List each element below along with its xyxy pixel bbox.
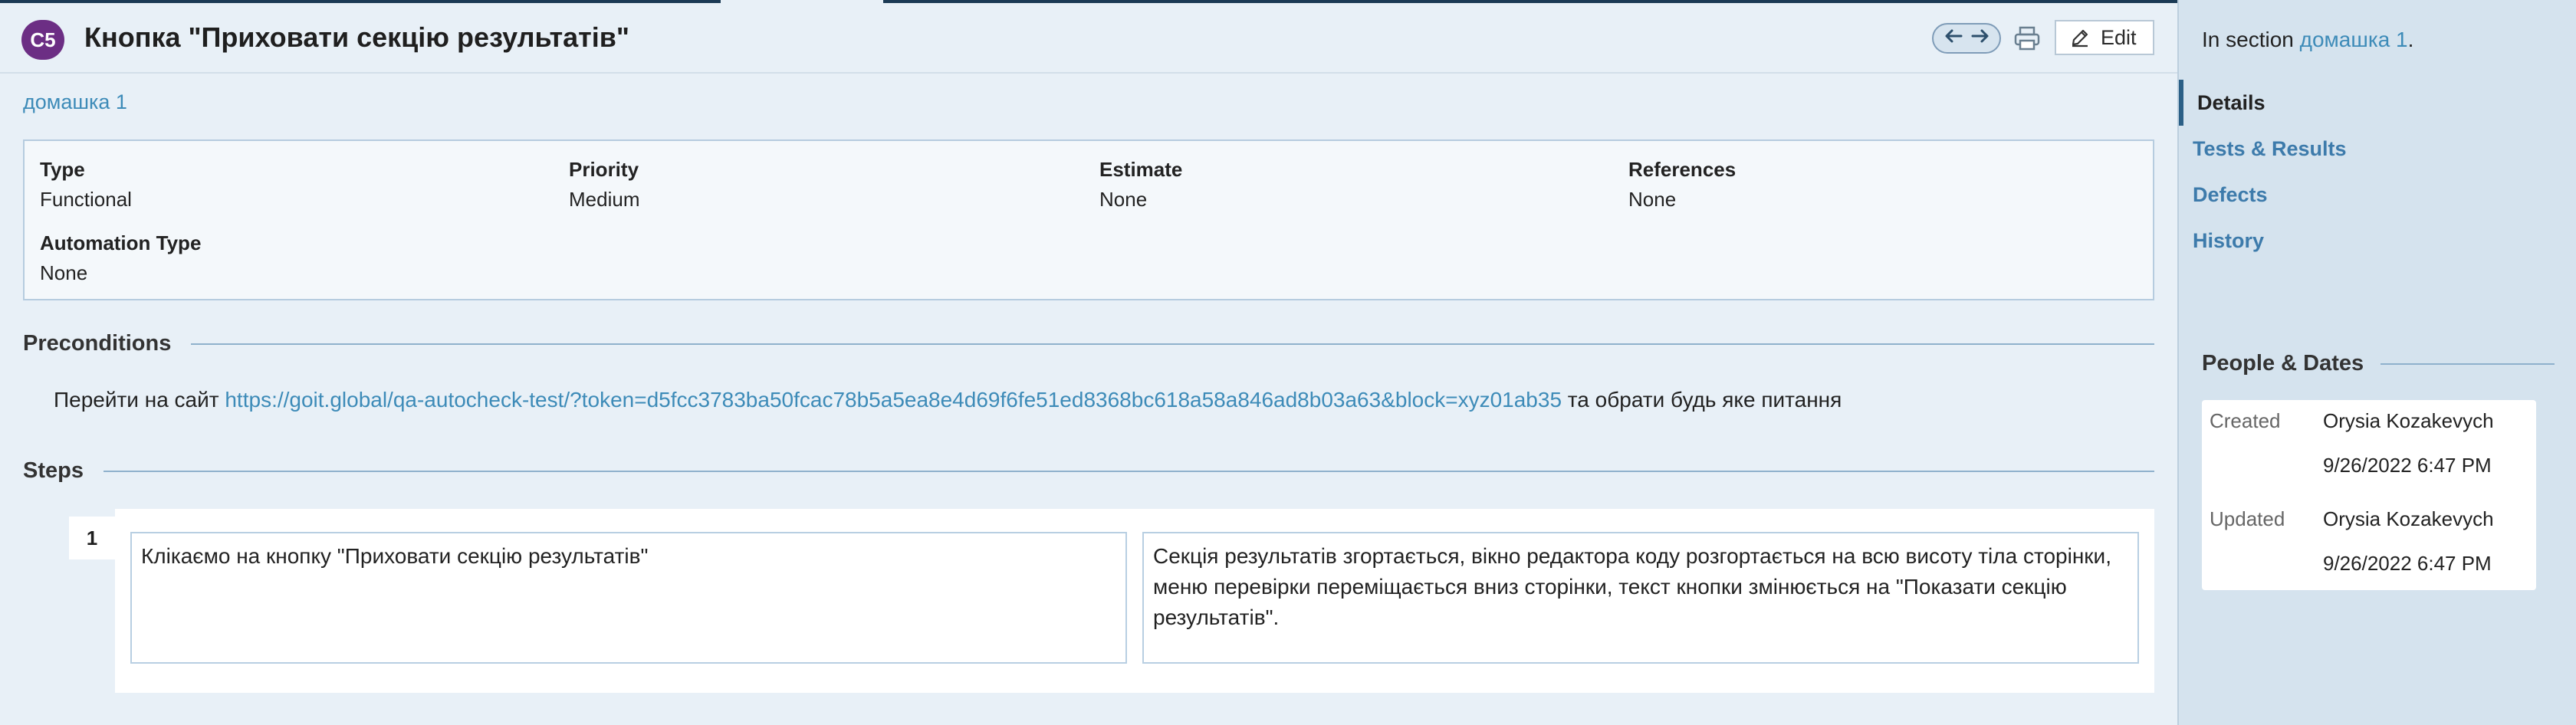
pencil-icon [2072, 29, 2088, 48]
sidebar-item-defects[interactable]: Defects [2179, 172, 2576, 218]
preconditions-heading: Preconditions [23, 331, 2154, 356]
preconditions-link[interactable]: https://goit.global/qa-autocheck-test/?t… [225, 388, 1562, 412]
edit-button-label: Edit [2101, 25, 2137, 49]
field-type: Type Functional [40, 158, 132, 212]
field-estimate-label: Estimate [1099, 158, 1183, 181]
case-details-box: Type Functional Priority Medium Estimate… [23, 139, 2154, 300]
printer-icon[interactable] [2012, 23, 2042, 54]
field-references: References None [1628, 158, 1736, 212]
divider [191, 343, 2154, 345]
step-row: Клікаємо на кнопку "Приховати секцію рез… [115, 509, 2154, 693]
case-id-badge: C5 [21, 20, 64, 60]
case-navigation [1932, 23, 2001, 54]
field-priority-value: Medium [569, 188, 640, 211]
steps-title: Steps [23, 458, 84, 483]
field-type-value: Functional [40, 188, 132, 211]
step-expected-result[interactable]: Секція результатів згортається, вікно ре… [1142, 532, 2139, 664]
preconditions-text: Перейти на сайт https://goit.global/qa-a… [54, 388, 1842, 412]
created-at: 9/26/2022 6:47 PM [2323, 454, 2492, 477]
preconditions-title: Preconditions [23, 331, 172, 356]
field-automation-label: Automation Type [40, 231, 202, 254]
preconditions-text-after: та обрати будь яке питання [1562, 388, 1842, 412]
step-action[interactable]: Клікаємо на кнопку "Приховати секцію рез… [130, 532, 1127, 664]
field-type-label: Type [40, 158, 85, 181]
sidebar-item-details[interactable]: Details [2179, 80, 2576, 126]
divider [103, 470, 2154, 472]
edit-button[interactable]: Edit [2055, 20, 2154, 55]
field-automation-value: None [40, 261, 88, 284]
sidebar-item-history[interactable]: History [2179, 218, 2576, 264]
sidebar-nav: Details Tests & Results Defects History [2179, 80, 2576, 264]
in-section-prefix: In section [2202, 28, 2300, 51]
step-number: 1 [69, 517, 115, 559]
updated-by: Orysia Kozakevych [2323, 507, 2494, 530]
updated-at: 9/26/2022 6:47 PM [2323, 552, 2492, 575]
field-automation-type: Automation Type None [40, 231, 201, 285]
preconditions-text-before: Перейти на сайт [54, 388, 225, 412]
in-section-link[interactable]: домашка 1 [2300, 28, 2408, 51]
field-references-label: References [1628, 158, 1737, 181]
people-dates-title: People & Dates [2202, 351, 2364, 376]
main-content: C5 Кнопка "Приховати секцію результатів"… [0, 3, 2177, 725]
people-dates-heading: People & Dates [2202, 351, 2555, 376]
updated-label: Updated [2210, 507, 2285, 530]
created-label: Created [2210, 409, 2281, 432]
in-section-info: In section домашка 1. [2202, 28, 2413, 52]
field-estimate: Estimate None [1099, 158, 1182, 212]
people-dates-box: Created Orysia Kozakevych 9/26/2022 6:47… [2202, 400, 2536, 590]
arrow-right-icon[interactable] [1971, 28, 1990, 48]
divider [2380, 362, 2555, 365]
field-references-value: None [1628, 188, 1677, 211]
case-title: Кнопка "Приховати секцію результатів" [84, 21, 629, 53]
right-sidebar: In section домашка 1. Details Tests & Re… [2177, 0, 2576, 725]
created-by: Orysia Kozakevych [2323, 409, 2494, 432]
field-priority: Priority Medium [569, 158, 639, 212]
field-estimate-value: None [1099, 188, 1148, 211]
section-breadcrumb-link[interactable]: домашка 1 [23, 90, 127, 114]
case-header: C5 Кнопка "Приховати секцію результатів"… [0, 3, 2177, 74]
field-priority-label: Priority [569, 158, 639, 181]
steps-heading: Steps [23, 458, 2154, 484]
sidebar-item-tests-results[interactable]: Tests & Results [2179, 126, 2576, 172]
in-section-suffix: . [2407, 28, 2414, 51]
arrow-left-icon[interactable] [1944, 28, 1963, 48]
